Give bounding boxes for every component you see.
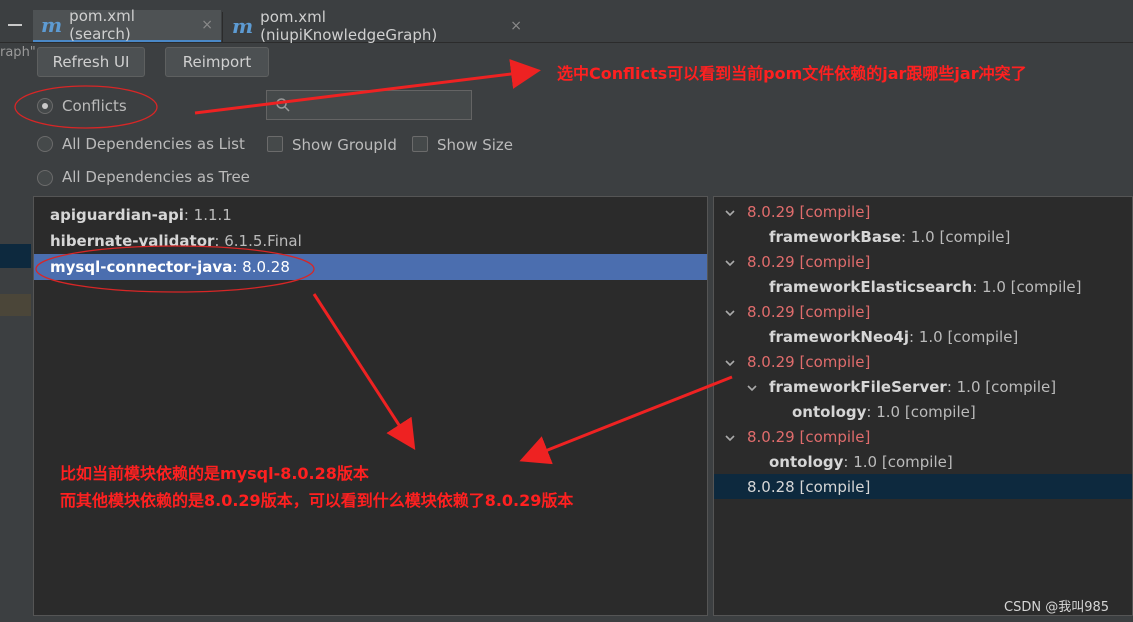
dependency-tree: 8.0.29 [compile] frameworkBase : 1.0 [co… xyxy=(713,196,1133,616)
tree-node[interactable]: frameworkFileServer : 1.0 [compile] xyxy=(714,374,1132,399)
annotation-top: 选中Conflicts可以看到当前pom文件依赖的jar跟哪些jar冲突了 xyxy=(557,64,1027,83)
module-name: ontology xyxy=(769,452,844,471)
tree-node[interactable]: frameworkBase : 1.0 [compile] xyxy=(714,224,1132,249)
module-name: frameworkElasticsearch xyxy=(769,277,973,296)
tab-label: pom.xml (search) xyxy=(69,7,135,43)
search-icon xyxy=(276,98,290,112)
conflicts-label[interactable]: Conflicts xyxy=(62,97,127,115)
annotation-bottom-line1: 比如当前模块依赖的是mysql-8.0.28版本 xyxy=(60,464,369,483)
search-input[interactable] xyxy=(266,90,472,120)
artifact-name: apiguardian-api xyxy=(50,206,184,224)
conflicts-list: apiguardian-api : 1.1.1 hibernate-valida… xyxy=(33,196,708,616)
module-name: frameworkFileServer xyxy=(769,377,947,396)
minimize-icon[interactable] xyxy=(8,24,22,26)
all-dependencies-tree-radio[interactable] xyxy=(37,170,53,186)
module-name: frameworkNeo4j xyxy=(769,327,909,346)
tab-pom-search[interactable]: m pom.xml (search) × xyxy=(33,7,221,43)
maven-icon: m xyxy=(41,13,63,37)
tree-node-selected[interactable]: 8.0.28 [compile] xyxy=(714,474,1132,499)
tree-node[interactable]: 8.0.29 [compile] xyxy=(714,424,1132,449)
module-version: : 1.0 [compile] xyxy=(972,277,1082,296)
close-icon[interactable]: × xyxy=(201,17,213,33)
watermark: CSDN @我叫985 xyxy=(1004,600,1110,615)
artifact-version: : 1.1.1 xyxy=(183,206,232,224)
tree-node[interactable]: ontology : 1.0 [compile] xyxy=(714,399,1132,424)
tree-node-label: 8.0.29 [compile] xyxy=(747,252,871,271)
project-panel-fragment: raph" xyxy=(0,45,36,60)
module-version: : 1.0 [compile] xyxy=(843,452,953,471)
artifact-name: hibernate-validator xyxy=(50,232,215,250)
module-version: : 1.0 [compile] xyxy=(909,327,1019,346)
tree-node-label: 8.0.29 [compile] xyxy=(747,352,871,371)
reimport-button[interactable]: Reimport xyxy=(165,47,269,77)
module-version: : 1.0 [compile] xyxy=(901,227,1011,246)
show-size-checkbox[interactable] xyxy=(412,136,428,152)
list-item-selected[interactable]: mysql-connector-java : 8.0.28 xyxy=(34,254,707,280)
show-size-label[interactable]: Show Size xyxy=(437,136,513,154)
tree-node[interactable]: frameworkElasticsearch : 1.0 [compile] xyxy=(714,274,1132,299)
tree-node[interactable]: ontology : 1.0 [compile] xyxy=(714,449,1132,474)
tab-pom-niupi[interactable]: m pom.xml (niupiKnowledgeGraph) × xyxy=(224,8,530,44)
artifact-name: mysql-connector-java xyxy=(50,258,233,276)
artifact-version: : 8.0.28 xyxy=(232,258,290,276)
all-dependencies-list-label[interactable]: All Dependencies as List xyxy=(62,135,245,153)
tree-node[interactable]: 8.0.29 [compile] xyxy=(714,349,1132,374)
module-version: : 1.0 [compile] xyxy=(946,377,1057,396)
module-version: : 1.0 [compile] xyxy=(866,402,976,421)
tab-separator xyxy=(222,12,223,42)
project-tree-highlight xyxy=(0,294,31,316)
close-icon[interactable]: × xyxy=(510,18,522,34)
tree-node-label: 8.0.29 [compile] xyxy=(747,202,871,221)
show-groupid-checkbox[interactable] xyxy=(267,136,283,152)
module-name: frameworkBase xyxy=(769,227,902,246)
refresh-ui-button[interactable]: Refresh UI xyxy=(37,47,145,77)
maven-icon: m xyxy=(232,14,254,38)
tree-node-label: 8.0.28 [compile] xyxy=(747,477,871,496)
tab-label: pom.xml (niupiKnowledgeGraph) xyxy=(260,8,438,44)
tree-node[interactable]: 8.0.29 [compile] xyxy=(714,299,1132,324)
conflicts-radio[interactable] xyxy=(37,98,53,114)
tree-node[interactable]: frameworkNeo4j : 1.0 [compile] xyxy=(714,324,1132,349)
tree-node-label: 8.0.29 [compile] xyxy=(747,427,871,446)
show-groupid-label[interactable]: Show GroupId xyxy=(292,136,397,154)
project-tree-selection xyxy=(0,244,31,268)
list-item[interactable]: apiguardian-api : 1.1.1 xyxy=(34,202,707,228)
list-item[interactable]: hibernate-validator : 6.1.5.Final xyxy=(34,228,707,254)
artifact-version: : 6.1.5.Final xyxy=(214,232,302,250)
tree-node-label: 8.0.29 [compile] xyxy=(747,302,871,321)
tree-node[interactable]: 8.0.29 [compile] xyxy=(714,199,1132,224)
module-name: ontology xyxy=(792,402,867,421)
annotation-bottom-line2: 而其他模块依赖的是8.0.29版本，可以看到什么模块依赖了8.0.29版本 xyxy=(60,491,574,510)
tree-node[interactable]: 8.0.29 [compile] xyxy=(714,249,1132,274)
all-dependencies-tree-label[interactable]: All Dependencies as Tree xyxy=(62,168,250,186)
all-dependencies-list-radio[interactable] xyxy=(37,136,53,152)
